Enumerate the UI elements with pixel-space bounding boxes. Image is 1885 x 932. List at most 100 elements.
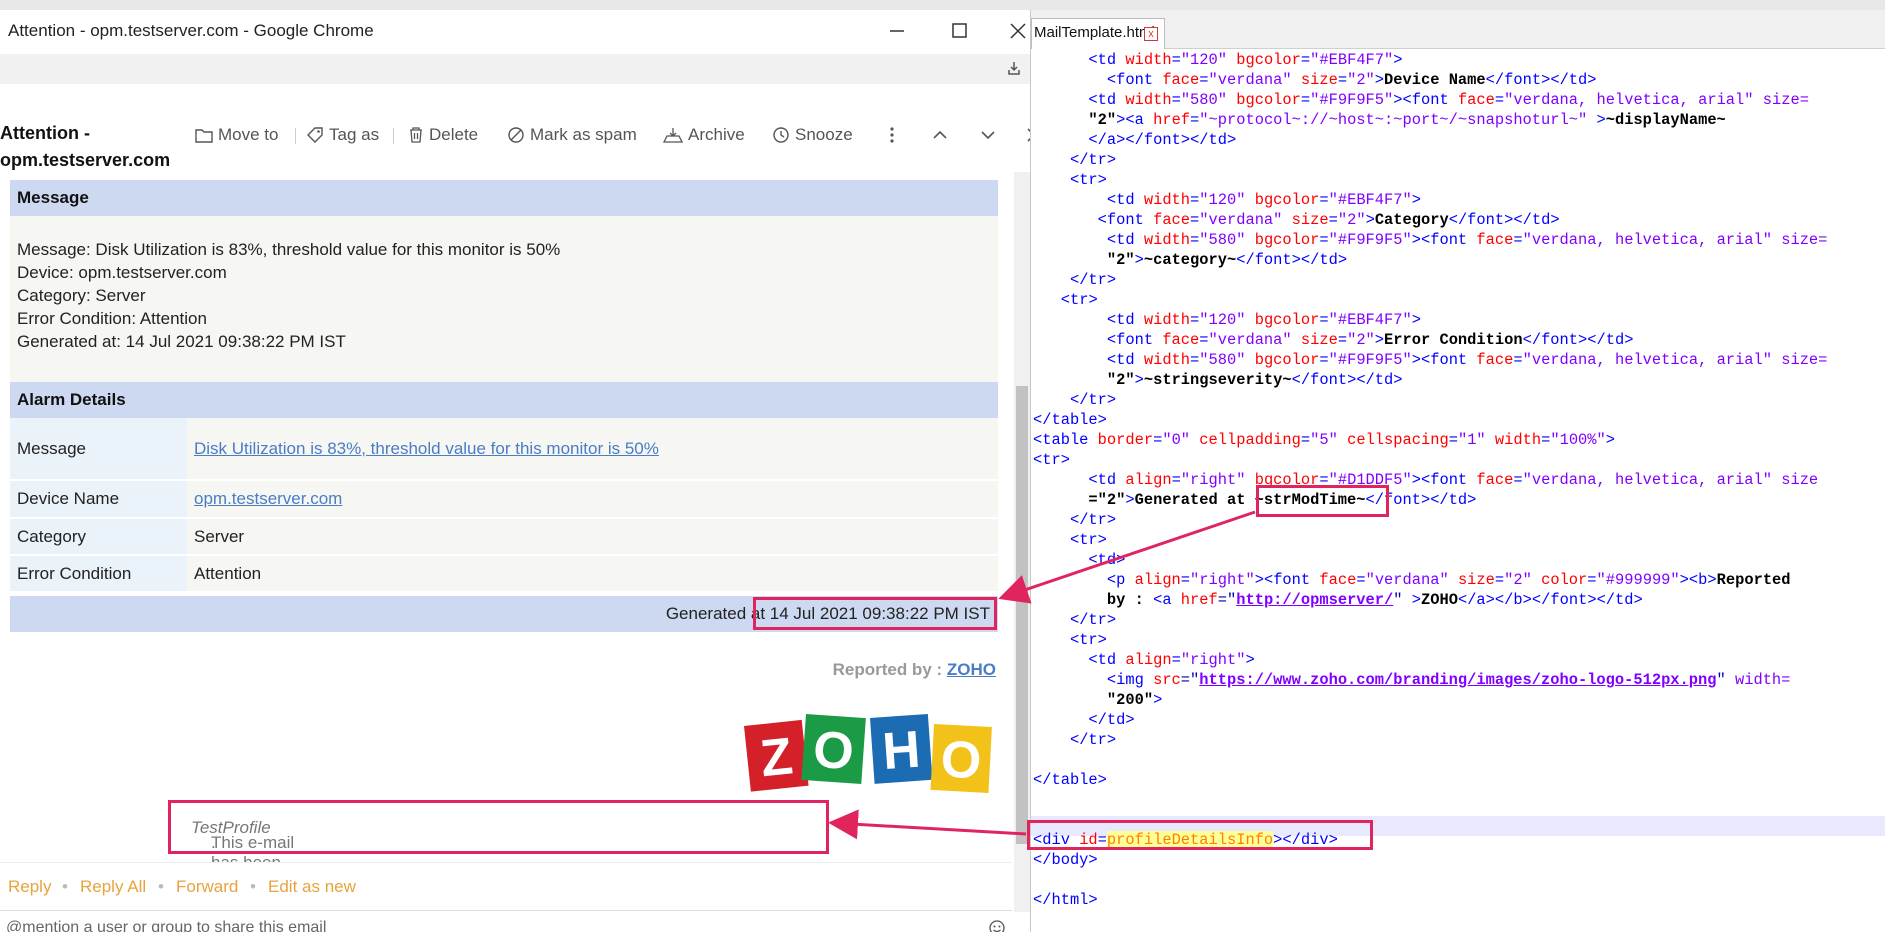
code-line: </body> xyxy=(1033,851,1098,869)
tab-close-icon[interactable]: x xyxy=(1144,27,1158,41)
message-line: Message: Disk Utilization is 83%, thresh… xyxy=(17,240,561,259)
alarm-key: Category xyxy=(10,518,187,556)
emoji-icon[interactable] xyxy=(988,919,1006,932)
code-line: </a></font></td> xyxy=(1088,131,1237,149)
code-line: ="2">Generated at ~strModTime~</font></t… xyxy=(1033,491,1477,509)
code-line: "200"> xyxy=(1033,691,1163,709)
zoho-logo: Z O H O xyxy=(744,713,992,793)
message-section-header: Message xyxy=(10,180,998,216)
archive-button[interactable]: Archive xyxy=(663,123,745,147)
code-line: <td align="right"> xyxy=(1088,651,1255,669)
tag-as-label: Tag as xyxy=(329,125,380,144)
code-line: <td width="120" bgcolor="#EBF4F7"> xyxy=(1106,311,1421,329)
delete-label: Delete xyxy=(429,125,479,144)
code-line: </tr> xyxy=(1069,731,1117,749)
scrollbar-thumb[interactable] xyxy=(1016,386,1028,844)
archive-icon xyxy=(663,128,683,143)
code-line: </td> xyxy=(1088,711,1135,729)
toolbar-separator xyxy=(295,128,296,144)
more-options-icon[interactable] xyxy=(881,124,903,146)
table-row: Device Name opm.testserver.com xyxy=(10,480,998,519)
profile-div-highlight-box xyxy=(1027,820,1373,850)
profile-note-end: . xyxy=(211,833,216,852)
action-separator: • xyxy=(62,877,68,896)
mail-scrollbar[interactable] xyxy=(1014,172,1030,912)
action-separator: • xyxy=(250,877,256,896)
message-block: Message: Disk Utilization is 83%, thresh… xyxy=(10,216,998,382)
message-line: Generated at: 14 Jul 2021 09:38:22 PM IS… xyxy=(17,332,346,351)
code-line: "2"><a href="~protocol~://~host~:~port~/… xyxy=(1033,111,1726,129)
mark-as-spam-button[interactable]: Mark as spam xyxy=(507,123,637,147)
code-line: "2">~category~</font></td> xyxy=(1033,251,1348,269)
code-line: </table> xyxy=(1033,771,1107,789)
code-line: <table border="0" cellpadding="5" cellsp… xyxy=(1033,431,1616,449)
editor-tab-bar: MailTemplate.html x xyxy=(1031,10,1885,49)
code-line: </html> xyxy=(1033,891,1098,909)
forward-link[interactable]: Forward xyxy=(176,877,238,897)
chrome-window: Attention - opm.testserver.com - Google … xyxy=(0,10,1031,932)
logo-letter: O xyxy=(939,730,982,790)
toolbar-separator xyxy=(393,128,394,144)
tab-mailtemplate[interactable]: MailTemplate.html x xyxy=(1031,18,1165,49)
code-line: <tr> xyxy=(1069,171,1107,189)
alarm-key: Message xyxy=(10,418,187,481)
delete-button[interactable]: Delete xyxy=(408,123,478,147)
code-line: <td width="580" bgcolor="#F9F9F5"><font … xyxy=(1088,91,1809,109)
chevron-up-icon[interactable] xyxy=(929,124,951,146)
profile-note-box: This e-mail has been generated by the No… xyxy=(168,800,829,862)
window-title: Attention - opm.testserver.com - Google … xyxy=(8,21,374,40)
alarm-details-table: Message Disk Utilization is 83%, thresho… xyxy=(10,418,998,593)
address-bar[interactable] xyxy=(0,54,1030,84)
code-line: <td width="580" bgcolor="#F9F9F5"><font … xyxy=(1106,231,1828,249)
logo-letter: O xyxy=(811,721,855,782)
action-separator: • xyxy=(158,877,164,896)
mail-actions: Reply • Reply All • Forward • Edit as ne… xyxy=(0,862,1012,911)
reply-link[interactable]: Reply xyxy=(8,877,51,897)
minimize-icon[interactable] xyxy=(882,16,912,46)
code-line: by : <a href="http://opmserver/" >ZOHO</… xyxy=(1033,591,1643,609)
archive-label: Archive xyxy=(688,125,745,144)
alarm-key: Error Condition xyxy=(10,555,187,593)
zoho-link[interactable]: ZOHO xyxy=(947,660,996,679)
window-close-icon[interactable] xyxy=(1003,16,1031,46)
code-line: "2">~stringseverity~</font></td> xyxy=(1033,371,1403,389)
profile-note-text: This e-mail has been generated by the No… xyxy=(211,833,295,862)
mail-subject: Attention - opm.testserver.com xyxy=(0,123,171,170)
logo-letter: Z xyxy=(758,727,796,788)
device-link[interactable]: opm.testserver.com xyxy=(194,489,342,508)
reply-all-link[interactable]: Reply All xyxy=(80,877,146,897)
move-to-label: Move to xyxy=(218,125,279,144)
message-link[interactable]: Disk Utilization is 83%, threshold value… xyxy=(194,439,659,458)
download-icon[interactable] xyxy=(1006,60,1022,76)
close-mail-icon[interactable] xyxy=(1023,124,1031,146)
code-area[interactable]: <td width="120" bgcolor="#EBF4F7"> <font… xyxy=(1033,50,1885,910)
strmodtime-highlight-box xyxy=(1256,485,1389,517)
code-line: <td align="right" bgcolor="#D1DDF5"><fon… xyxy=(1088,471,1819,489)
reported-by-label: Reported by : xyxy=(832,660,947,679)
move-to-button[interactable]: Move to xyxy=(195,123,278,147)
code-line: <tr> xyxy=(1033,451,1070,469)
title-bar: Attention - opm.testserver.com - Google … xyxy=(0,10,1030,52)
alarm-value: Disk Utilization is 83%, threshold value… xyxy=(187,418,998,481)
folder-icon xyxy=(195,129,213,143)
alarm-details-header: Alarm Details xyxy=(10,382,998,418)
alarm-value: Attention xyxy=(187,555,998,593)
edit-as-new-link[interactable]: Edit as new xyxy=(268,877,356,897)
mention-input[interactable]: @mention a user or group to share this e… xyxy=(0,910,1012,932)
chevron-down-icon[interactable] xyxy=(977,124,999,146)
tag-as-button[interactable]: Tag as xyxy=(306,123,379,147)
message-line: Category: Server xyxy=(17,286,146,305)
profile-note: This e-mail has been generated by the No… xyxy=(191,818,294,862)
snooze-label: Snooze xyxy=(795,125,853,144)
snooze-button[interactable]: Snooze xyxy=(772,123,853,147)
alarm-value: Server xyxy=(187,518,998,556)
table-row: Error Condition Attention xyxy=(10,555,998,593)
code-line: <td width="120" bgcolor="#EBF4F7"> xyxy=(1106,191,1421,209)
alarm-value: opm.testserver.com xyxy=(187,480,998,519)
maximize-icon[interactable] xyxy=(944,16,974,46)
code-line: </tr> xyxy=(1069,611,1117,629)
code-line: <tr> xyxy=(1069,631,1107,649)
clock-icon xyxy=(773,127,789,143)
